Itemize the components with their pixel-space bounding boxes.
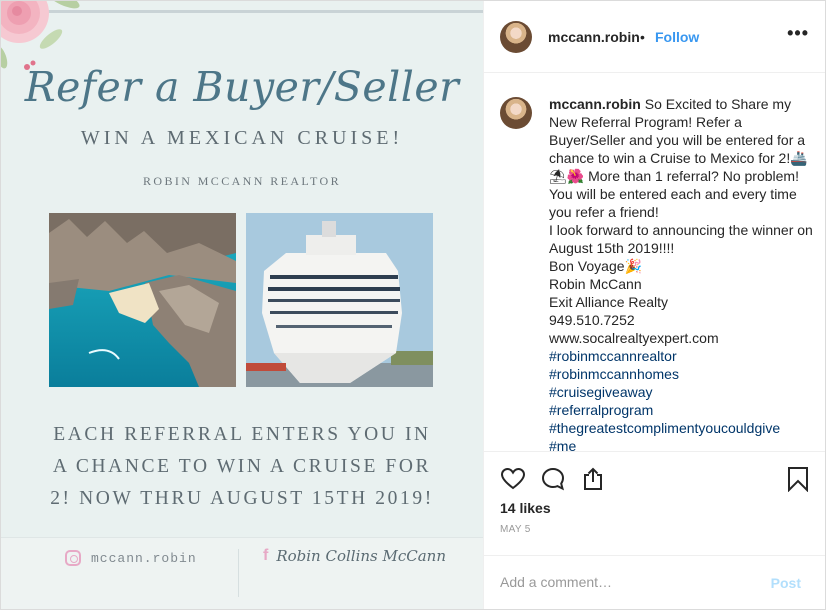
comment-input[interactable]	[500, 574, 740, 590]
follow-button[interactable]: Follow	[655, 29, 699, 45]
bookmark-icon[interactable]	[785, 466, 811, 493]
poster-facebook-handle: f Robin Collins McCann	[263, 547, 446, 565]
cruise-ship-photo	[246, 213, 433, 387]
avatar[interactable]	[500, 21, 532, 53]
hashtag-link[interactable]: #referralprogram	[549, 401, 813, 419]
caption-area[interactable]: mccann.robin So Excited to Share my New R…	[484, 73, 825, 451]
caption: mccann.robin So Excited to Share my New R…	[549, 95, 813, 451]
caption-text: So Excited to Share my New Referral Prog…	[549, 96, 813, 346]
hashtag-link[interactable]: #me	[549, 437, 813, 451]
post-side-panel: mccann.robin • Follow ••• mccann.robin So…	[483, 1, 825, 609]
caption-avatar[interactable]	[500, 97, 532, 129]
header-username[interactable]: mccann.robin	[548, 29, 640, 45]
post-actions: 14 likes MAY 5 Post	[484, 451, 825, 609]
caption-username[interactable]: mccann.robin	[549, 96, 641, 112]
hashtag-link[interactable]: #robinmccannhomes	[549, 365, 813, 383]
more-options-icon[interactable]: •••	[787, 23, 809, 44]
post-date[interactable]: MAY 5	[500, 524, 531, 535]
poster-top-rule	[33, 10, 483, 13]
beach-photo	[49, 213, 236, 387]
post-image[interactable]: Refer a Buyer/Seller WIN A MEXICAN CRUIS…	[1, 1, 483, 609]
poster-footer-divider	[238, 549, 239, 597]
poster-instagram-text: mccann.robin	[91, 550, 197, 566]
instagram-icon	[65, 550, 81, 566]
comment-icon[interactable]	[540, 466, 566, 492]
poster-realtor-name: ROBIN MCCANN REALTOR	[142, 174, 342, 188]
hashtag-link[interactable]: #cruisegiveaway	[549, 383, 813, 401]
header-separator: •	[640, 29, 645, 45]
hashtag-link[interactable]: #robinmccannrealtor	[549, 347, 813, 365]
heart-icon[interactable]	[500, 466, 526, 492]
poster-body-line: 2! NOW THRU AUGUST 15TH 2019!	[50, 488, 434, 509]
poster-body-line: EACH REFERRAL ENTERS YOU IN	[53, 424, 431, 445]
instagram-post-window: Refer a Buyer/Seller WIN A MEXICAN CRUIS…	[0, 0, 826, 610]
hashtag-link[interactable]: #thegreatestcomplimentyoucouldgive	[549, 419, 813, 437]
poster-subtitle: WIN A MEXICAN CRUISE!	[80, 127, 404, 149]
poster-title: Refer a Buyer/Seller	[24, 63, 460, 111]
poster-facebook-text: Robin Collins McCann	[276, 547, 447, 565]
facebook-icon: f	[263, 547, 269, 564]
likes-count[interactable]: 14 likes	[500, 500, 551, 516]
post-comment-button[interactable]: Post	[771, 575, 801, 591]
post-header: mccann.robin • Follow •••	[484, 1, 825, 73]
share-icon[interactable]	[580, 466, 606, 492]
poster-body-text: EACH REFERRAL ENTERS YOU IN A CHANCE TO …	[1, 419, 483, 515]
poster-instagram-handle: mccann.robin	[65, 550, 197, 566]
poster-body-line: A CHANCE TO WIN A CRUISE FOR	[52, 456, 432, 477]
comment-bar: Post	[484, 555, 825, 609]
